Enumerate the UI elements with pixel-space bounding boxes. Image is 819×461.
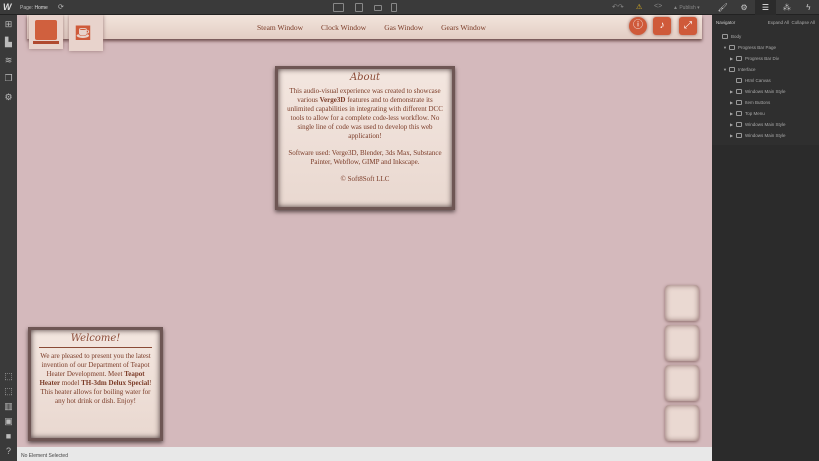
settings-gear-icon[interactable]: ⚙ <box>733 0 754 15</box>
page-name: Home <box>34 5 48 11</box>
navigator-item-label: Item Buttons <box>745 100 771 105</box>
teapot-item-button[interactable]: ⛾ <box>69 15 103 51</box>
navigator-item-label: Body <box>731 34 742 39</box>
gear-icon[interactable]: ⚙ <box>3 92 14 103</box>
heater-icon <box>35 20 57 40</box>
navigator-item-label: Progress Bar Page <box>738 45 777 50</box>
welcome-title: Welcome! <box>70 333 121 344</box>
navigator-item[interactable]: ▼ Interface <box>712 64 819 75</box>
publish-label: Publish <box>679 5 696 11</box>
navigator-item-label: Top Menu <box>745 111 765 116</box>
navigator-item[interactable]: ▶ Windows Main Style <box>712 86 819 97</box>
side-button-2[interactable] <box>665 325 699 361</box>
interactions-icon[interactable]: ⁂ <box>776 0 797 15</box>
help-icon[interactable]: ? <box>3 446 14 457</box>
add-icon[interactable]: ⊞ <box>3 19 14 30</box>
top-menu: Steam Window Clock Window Gas Window Gea… <box>27 15 702 39</box>
undo-redo-icon[interactable]: ↶↷ <box>612 3 624 11</box>
teapot-icon: ⛾ <box>74 20 92 45</box>
design-canvas[interactable]: Steam Window Clock Window Gas Window Gea… <box>17 15 712 447</box>
publish-button[interactable]: ▲ Publish ▾ <box>673 5 700 11</box>
welcome-window: Welcome! We are pleased to present you t… <box>28 327 163 441</box>
about-bold: Verge3D <box>319 96 346 104</box>
lightning-icon[interactable]: ϟ <box>798 0 819 15</box>
video-icon[interactable]: ■ <box>3 431 14 442</box>
navigator-item-label: Windows Main Style <box>745 89 786 94</box>
select-icon[interactable]: ⬚ <box>3 371 14 382</box>
element-box-icon <box>736 122 742 128</box>
menu-link-gears[interactable]: Gears Window <box>441 23 486 32</box>
info-icon[interactable]: ⓘ <box>629 17 647 35</box>
about-window: About This audio-visual experience was c… <box>275 66 455 210</box>
element-box-icon <box>736 111 742 117</box>
grid-icon[interactable]: ▥ <box>3 401 14 412</box>
element-box-icon <box>736 100 742 106</box>
pages-icon[interactable]: ▙ <box>3 37 14 48</box>
element-box-icon <box>736 89 742 95</box>
element-box-icon <box>736 133 742 139</box>
divider <box>39 347 152 348</box>
side-button-4[interactable] <box>665 405 699 441</box>
assets-icon[interactable]: ❐ <box>3 73 14 84</box>
about-title: About <box>349 72 381 83</box>
navigator-item[interactable]: ▶ Item Buttons <box>712 97 819 108</box>
navigator-item[interactable]: ▶ Progress Bar Div <box>712 53 819 64</box>
navigator-item[interactable]: ▶ Windows Main Style <box>712 119 819 130</box>
status-bar: No Element Selected <box>17 447 712 461</box>
side-button-1[interactable] <box>665 285 699 321</box>
warning-icon[interactable]: ⚠ <box>636 3 642 11</box>
navigator-title: Navigator <box>716 20 736 25</box>
welcome-bold: TH-3dm Delux Special <box>81 379 150 387</box>
element-box-icon <box>729 45 735 51</box>
mobile-landscape-icon[interactable] <box>374 5 382 11</box>
panel-tabs: 🖌 ⚙ ☰ ⁂ ϟ <box>712 0 819 15</box>
navigator-item[interactable]: Html Canvas <box>712 75 819 86</box>
desktop-icon[interactable] <box>333 3 344 12</box>
navigator-icon[interactable]: ☰ <box>754 0 777 15</box>
collapse-all-button[interactable]: Collapse All <box>791 20 815 25</box>
about-software: Software used: Verge3D, Blender, 3ds Max… <box>288 149 442 166</box>
element-box-icon <box>729 67 735 73</box>
left-toolbar: ⊞ ▙ ≋ ❐ ⚙ ⬚ ⬚ ▥ ▣ ■ ? <box>0 15 17 461</box>
sound-icon[interactable]: ♪ <box>653 17 671 35</box>
menu-link-steam[interactable]: Steam Window <box>257 23 303 32</box>
navigator-panel: Navigator Expand All Collapse All Body ▼ Pr… <box>712 15 819 145</box>
preview-icon[interactable]: ▣ <box>3 416 14 427</box>
element-box-icon <box>722 34 728 40</box>
about-copyright: © Soft8Soft LLC <box>340 175 390 183</box>
element-box-icon <box>736 78 742 84</box>
about-body: This audio-visual experience was created… <box>286 87 444 141</box>
welcome-text: model <box>60 379 82 387</box>
navigator-item[interactable]: ▶ Top Menu <box>712 108 819 119</box>
box-select-icon[interactable]: ⬚ <box>3 386 14 397</box>
page-label: Page: <box>20 5 34 11</box>
refresh-icon[interactable]: ⟳ <box>58 3 64 11</box>
navigator-item-label: Progress Bar Div <box>745 56 780 61</box>
designer-topbar: W Page: Home ⟳ ↶↷ ⚠ <> ▲ Publish ▾ <box>0 0 819 15</box>
navigator-item-label: Windows Main Style <box>745 122 786 127</box>
side-button-3[interactable] <box>665 365 699 401</box>
menu-link-gas[interactable]: Gas Window <box>384 23 423 32</box>
heater-base <box>33 41 59 44</box>
navigator-item-label: Html Canvas <box>745 78 771 83</box>
tablet-icon[interactable] <box>355 3 363 12</box>
element-box-icon <box>736 56 742 62</box>
heater-item-button[interactable] <box>29 15 63 49</box>
style-brush-icon[interactable]: 🖌 <box>712 0 733 15</box>
navigator-item[interactable]: ▼ Progress Bar Page <box>712 42 819 53</box>
page-selector[interactable]: Page: Home <box>20 5 48 11</box>
cms-icon[interactable]: ≋ <box>3 55 14 66</box>
fullscreen-icon[interactable]: ⤢ <box>679 17 697 35</box>
navigator-item-label: Windows Main Style <box>745 133 786 138</box>
mobile-portrait-icon[interactable] <box>391 3 397 12</box>
welcome-body: We are pleased to present you the latest… <box>37 352 154 406</box>
webflow-logo[interactable]: W <box>3 2 12 12</box>
navigator-item-label: Interface <box>738 67 756 72</box>
navigator-item[interactable]: Body <box>712 31 819 42</box>
expand-all-button[interactable]: Expand All <box>768 20 789 25</box>
navigator-item[interactable]: ▶ Windows Main Style <box>712 130 819 141</box>
menu-link-clock[interactable]: Clock Window <box>321 23 366 32</box>
code-icon[interactable]: <> <box>654 3 662 10</box>
